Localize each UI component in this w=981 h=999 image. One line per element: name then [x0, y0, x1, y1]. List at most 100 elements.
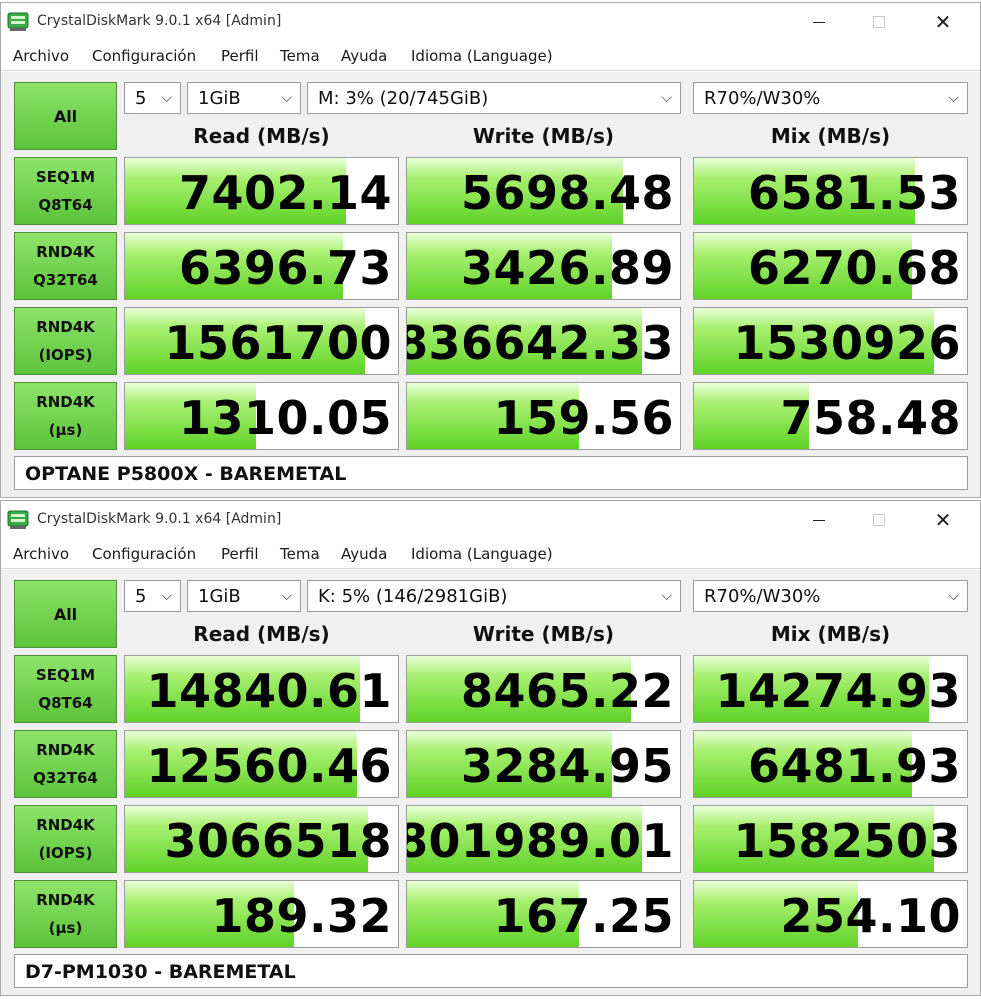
minimize-button[interactable] — [796, 505, 842, 535]
title-bar[interactable]: CrystalDiskMark 9.0.1 x64 [Admin] ✕ — [1, 3, 980, 41]
menu-configuracion[interactable]: Configuración — [92, 545, 196, 563]
result-cell: 167.25 — [406, 880, 681, 948]
result-value: 7402.14 — [178, 166, 392, 220]
comment-field[interactable]: OPTANE P5800X - BAREMETAL — [14, 456, 968, 490]
test-size-value: 1GiB — [198, 88, 241, 109]
result-cell: 3426.89 — [406, 232, 681, 300]
row-test-button[interactable]: SEQ1M Q8T64 — [14, 157, 117, 225]
menu-configuracion[interactable]: Configuración — [92, 47, 196, 65]
row-test-name: RND4K — [36, 243, 95, 261]
result-cell: 6396.73 — [124, 232, 399, 300]
test-size-select[interactable]: 1GiB ⌵ — [187, 580, 301, 612]
row-test-button[interactable]: RND4K (IOPS) — [14, 307, 117, 375]
menu-tema[interactable]: Tema — [280, 47, 320, 65]
result-cell: 801989.01 — [406, 805, 681, 873]
result-value: 159.56 — [493, 391, 674, 445]
row-test-params: (µs) — [48, 421, 83, 439]
window-title: CrystalDiskMark 9.0.1 x64 [Admin] — [37, 13, 282, 29]
profile-select[interactable]: R70%/W30% ⌵ — [693, 82, 968, 114]
row-test-params: Q8T64 — [38, 196, 93, 214]
menu-perfil[interactable]: Perfil — [221, 47, 259, 65]
drive-select[interactable]: K: 5% (146/2981GiB) ⌵ — [307, 580, 681, 612]
all-button[interactable]: All — [14, 580, 117, 648]
comment-text: D7-PM1030 - BAREMETAL — [25, 961, 296, 983]
drive-value: K: 5% (146/2981GiB) — [318, 586, 508, 607]
result-cell: 6481.93 — [693, 730, 968, 798]
chevron-down-icon: ⌵ — [281, 588, 292, 604]
result-cell: 1561700 — [124, 307, 399, 375]
row-test-button[interactable]: RND4K Q32T64 — [14, 730, 117, 798]
column-header-read: Read (MB/s) — [193, 622, 330, 646]
row-test-params: Q32T64 — [33, 769, 98, 787]
test-count-select[interactable]: 5 ⌵ — [124, 82, 181, 114]
close-button[interactable]: ✕ — [920, 505, 966, 535]
test-count-select[interactable]: 5 ⌵ — [124, 580, 181, 612]
result-value: 14840.61 — [146, 664, 392, 718]
result-cell: 3066518 — [124, 805, 399, 873]
chevron-down-icon: ⌵ — [281, 90, 292, 106]
result-cell: 12560.46 — [124, 730, 399, 798]
chevron-down-icon: ⌵ — [948, 588, 959, 604]
menu-bar: Archivo Configuración Perfil Tema Ayuda … — [1, 539, 980, 569]
result-value: 254.10 — [780, 889, 961, 943]
column-header-mix: Mix (MB/s) — [770, 124, 891, 148]
benchmark-panel: All 5 ⌵ 1GiB ⌵ M: 3% (20/745GiB) ⌵ R70%/… — [1, 72, 980, 497]
result-value: 3066518 — [164, 814, 392, 868]
benchmark-panel: All 5 ⌵ 1GiB ⌵ K: 5% (146/2981GiB) ⌵ R70… — [1, 570, 980, 995]
result-cell: 836642.33 — [406, 307, 681, 375]
minimize-icon — [813, 519, 825, 521]
minimize-button[interactable] — [796, 7, 842, 37]
all-button[interactable]: All — [14, 82, 117, 150]
menu-ayuda[interactable]: Ayuda — [341, 47, 387, 65]
comment-field[interactable]: D7-PM1030 - BAREMETAL — [14, 954, 968, 988]
column-header-mix: Mix (MB/s) — [770, 622, 891, 646]
menu-archivo[interactable]: Archivo — [13, 47, 69, 65]
result-value: 1561700 — [164, 316, 392, 370]
row-test-name: RND4K — [36, 318, 95, 336]
maximize-icon — [873, 16, 885, 28]
result-value: 3284.95 — [460, 739, 674, 793]
crystaldiskmark-icon — [7, 510, 29, 529]
row-test-button[interactable]: RND4K Q32T64 — [14, 232, 117, 300]
row-test-params: (IOPS) — [38, 844, 93, 862]
result-value: 189.32 — [211, 889, 392, 943]
result-value: 758.48 — [780, 391, 961, 445]
maximize-button[interactable] — [856, 7, 902, 37]
result-cell: 3284.95 — [406, 730, 681, 798]
row-test-name: RND4K — [36, 741, 95, 759]
result-value: 3426.89 — [460, 241, 674, 295]
menu-archivo[interactable]: Archivo — [13, 545, 69, 563]
menu-tema[interactable]: Tema — [280, 545, 320, 563]
title-bar[interactable]: CrystalDiskMark 9.0.1 x64 [Admin] ✕ — [1, 501, 980, 539]
menu-perfil[interactable]: Perfil — [221, 545, 259, 563]
close-button[interactable]: ✕ — [920, 7, 966, 37]
menu-idioma[interactable]: Idioma (Language) — [411, 545, 553, 563]
row-test-button[interactable]: RND4K (µs) — [14, 880, 117, 948]
result-value: 12560.46 — [146, 739, 392, 793]
result-cell: 6581.53 — [693, 157, 968, 225]
test-size-select[interactable]: 1GiB ⌵ — [187, 82, 301, 114]
row-test-params: Q32T64 — [33, 271, 98, 289]
result-value: 6270.68 — [747, 241, 961, 295]
cdm-window-2: CrystalDiskMark 9.0.1 x64 [Admin] ✕ Arch… — [0, 500, 981, 996]
menu-idioma[interactable]: Idioma (Language) — [411, 47, 553, 65]
result-cell: 14840.61 — [124, 655, 399, 723]
drive-select[interactable]: M: 3% (20/745GiB) ⌵ — [307, 82, 681, 114]
menu-ayuda[interactable]: Ayuda — [341, 545, 387, 563]
chevron-down-icon: ⌵ — [661, 588, 672, 604]
maximize-button[interactable] — [856, 505, 902, 535]
row-test-button[interactable]: RND4K (µs) — [14, 382, 117, 450]
drive-value: M: 3% (20/745GiB) — [318, 88, 489, 109]
row-test-params: Q8T64 — [38, 694, 93, 712]
result-cell: 1582503 — [693, 805, 968, 873]
test-count-value: 5 — [135, 88, 147, 109]
row-test-name: RND4K — [36, 891, 95, 909]
profile-select[interactable]: R70%/W30% ⌵ — [693, 580, 968, 612]
profile-value: R70%/W30% — [704, 586, 821, 607]
result-value: 1530926 — [733, 316, 961, 370]
result-cell: 189.32 — [124, 880, 399, 948]
crystaldiskmark-icon — [7, 12, 29, 31]
row-test-button[interactable]: SEQ1M Q8T64 — [14, 655, 117, 723]
row-test-button[interactable]: RND4K (IOPS) — [14, 805, 117, 873]
result-value: 1310.05 — [178, 391, 392, 445]
